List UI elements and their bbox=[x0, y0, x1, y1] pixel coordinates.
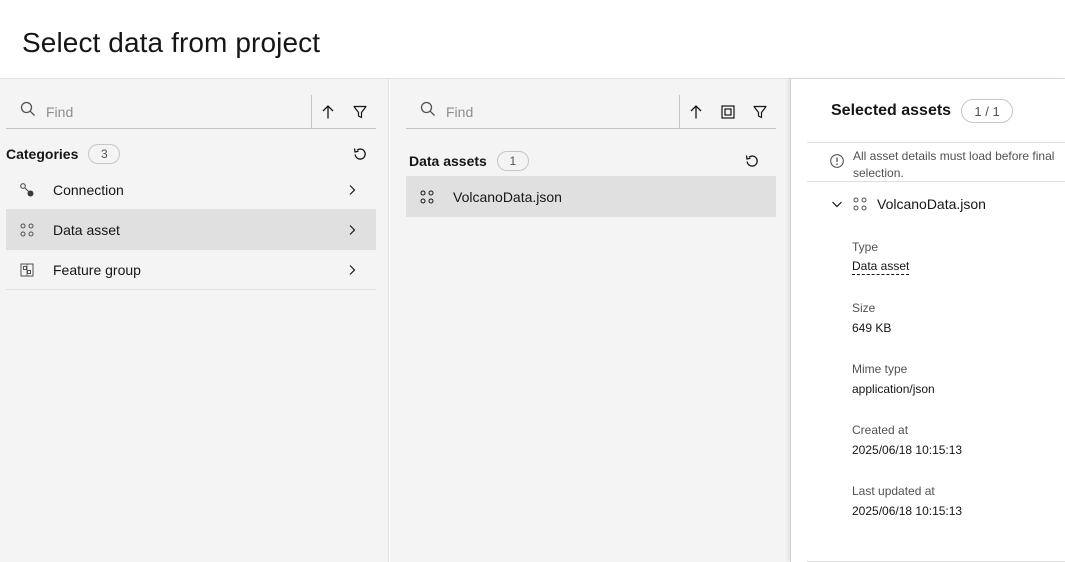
detail-created-at: Created at 2025/06/18 10:15:13 bbox=[852, 422, 962, 483]
detail-label: Size bbox=[852, 301, 876, 315]
categories-refresh-button[interactable] bbox=[348, 142, 372, 166]
detail-label: Type bbox=[852, 240, 879, 254]
selected-count-tag: 1 / 1 bbox=[961, 99, 1014, 123]
categories-count-tag: 3 bbox=[88, 144, 121, 164]
refresh-icon bbox=[745, 155, 758, 167]
selected-asset-name: VolcanoData.json bbox=[877, 196, 986, 212]
assets-refresh-button[interactable] bbox=[740, 149, 764, 173]
chevron-down-icon bbox=[832, 201, 842, 208]
filter-button[interactable] bbox=[744, 95, 776, 129]
select-all-button[interactable] bbox=[712, 95, 744, 129]
assets-title: Data assets bbox=[409, 153, 487, 169]
connection-icon bbox=[19, 182, 35, 198]
selected-assets-title: Selected assets bbox=[831, 102, 952, 119]
data-asset-icon bbox=[419, 189, 435, 205]
category-item-data-asset[interactable]: Data asset bbox=[6, 210, 376, 250]
selected-asset-accordion[interactable]: VolcanoData.json bbox=[807, 182, 1065, 226]
search-icon bbox=[20, 101, 36, 122]
feature-group-icon bbox=[19, 262, 35, 278]
categories-search[interactable] bbox=[6, 95, 311, 128]
refresh-icon bbox=[353, 148, 366, 160]
arrow-up-icon bbox=[322, 104, 334, 118]
detail-value: 649 KB bbox=[852, 321, 892, 335]
chevron-right-icon bbox=[349, 225, 356, 235]
selected-assets-header: Selected assets 1 / 1 bbox=[831, 99, 1014, 123]
detail-value: application/json bbox=[852, 382, 935, 396]
data-asset-icon bbox=[19, 222, 35, 238]
detail-label: Mime type bbox=[852, 362, 908, 376]
detail-label: Last updated at bbox=[852, 484, 935, 498]
sort-button[interactable] bbox=[312, 95, 344, 129]
data-assets-panel: Data assets 1 VolcanoData.json bbox=[390, 79, 790, 562]
asset-label: VolcanoData.json bbox=[453, 188, 562, 205]
data-asset-icon bbox=[852, 196, 868, 212]
category-label: Data asset bbox=[53, 221, 120, 238]
filter-button[interactable] bbox=[344, 95, 376, 129]
categories-title: Categories bbox=[6, 146, 79, 162]
filter-icon bbox=[353, 105, 367, 118]
assets-count-tag: 1 bbox=[496, 151, 529, 171]
chevron-right-icon bbox=[349, 265, 356, 275]
notice-line-2: selection. bbox=[853, 166, 904, 180]
category-item-connection[interactable]: Connection bbox=[6, 170, 376, 210]
selected-assets-panel: Selected assets 1 / 1 All asset details … bbox=[790, 79, 1065, 562]
detail-value: 2025/06/18 10:15:13 bbox=[852, 504, 963, 518]
category-item-feature-group[interactable]: Feature group bbox=[6, 250, 376, 290]
assets-header: Data assets 1 bbox=[409, 149, 529, 173]
asset-row-volcanodata[interactable]: VolcanoData.json bbox=[406, 176, 776, 217]
categories-search-input[interactable] bbox=[46, 103, 226, 120]
detail-last-updated-at: Last updated at 2025/06/18 10:15:13 bbox=[852, 483, 962, 544]
notice-line-1: All asset details must load before final bbox=[853, 149, 1055, 163]
page-title: Select data from project bbox=[22, 27, 321, 58]
detail-value: 2025/06/18 10:15:13 bbox=[852, 443, 963, 457]
filter-icon bbox=[753, 105, 767, 118]
detail-size: Size 649 KB bbox=[852, 300, 962, 361]
assets-toolbar bbox=[406, 94, 776, 129]
assets-search[interactable] bbox=[406, 95, 679, 128]
asset-details: Type Data asset Size 649 KB Mime type ap… bbox=[852, 239, 962, 544]
category-label: Connection bbox=[53, 181, 124, 198]
chevron-right-icon bbox=[349, 185, 356, 195]
sort-button[interactable] bbox=[680, 95, 712, 129]
detail-mime-type: Mime type application/json bbox=[852, 361, 962, 422]
type-link[interactable]: Data asset bbox=[852, 259, 910, 275]
categories-header: Categories 3 bbox=[6, 142, 121, 166]
fit-to-screen-icon bbox=[721, 104, 735, 119]
info-icon bbox=[829, 153, 845, 169]
assets-search-input[interactable] bbox=[446, 103, 626, 120]
detail-type: Type Data asset bbox=[852, 239, 962, 300]
detail-label: Created at bbox=[852, 423, 909, 437]
categories-panel: Categories 3 Connection Data asset Featu… bbox=[0, 79, 389, 562]
arrow-up-icon bbox=[690, 104, 702, 118]
page-header: Select data from project bbox=[0, 0, 1065, 79]
category-label: Feature group bbox=[53, 261, 141, 278]
search-icon bbox=[420, 101, 436, 122]
categories-list: Connection Data asset Feature group bbox=[6, 170, 376, 290]
notice-text: All asset details must load before final… bbox=[853, 148, 1054, 181]
categories-toolbar bbox=[6, 94, 376, 129]
load-notice: All asset details must load before final… bbox=[807, 142, 1065, 182]
